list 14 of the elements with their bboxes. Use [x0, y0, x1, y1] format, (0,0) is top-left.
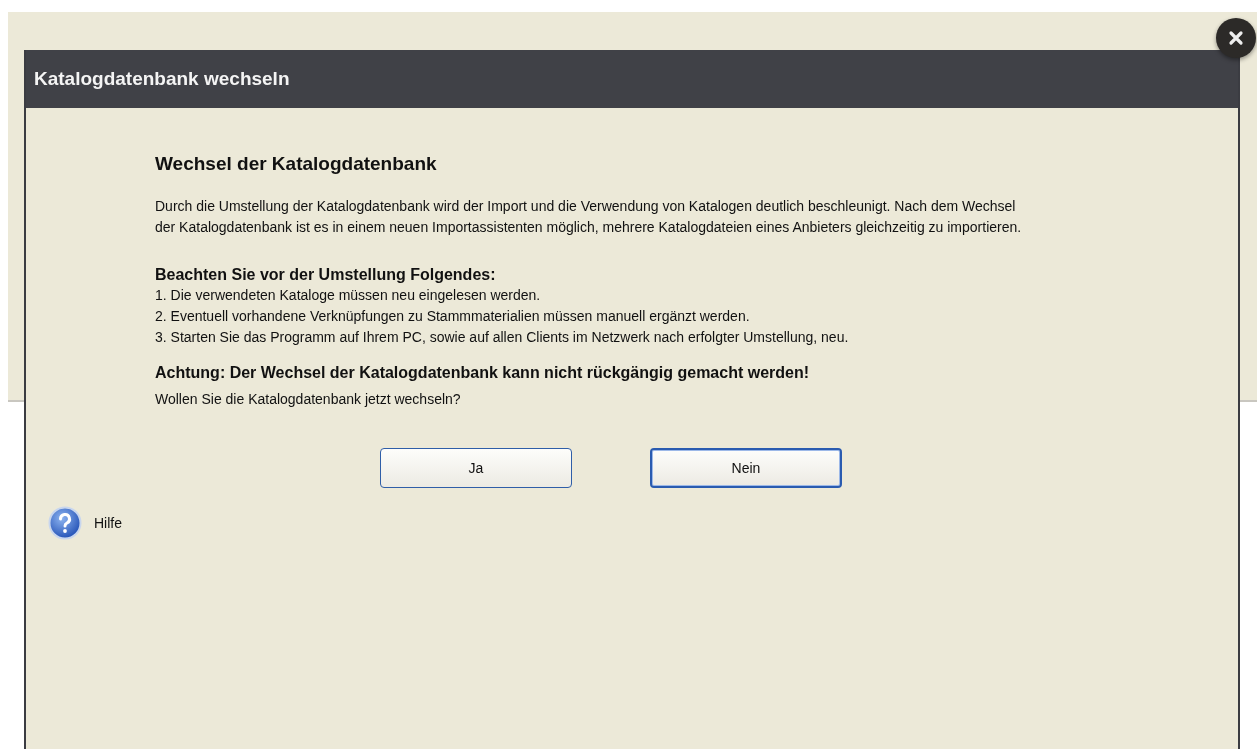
warning-text: Achtung: Der Wechsel der Katalogdatenbank kann nicht rückgängig gemacht werden! [155, 363, 811, 383]
dialog-heading: Wechsel der Katalogdatenbank [155, 152, 438, 176]
window-title: Katalogdatenbank wechseln [34, 68, 290, 90]
help-label[interactable]: Hilfe [94, 515, 122, 531]
notice-item: 3. Starten Sie das Programm auf Ihrem PC, sowie auf allen Clients im Netzwerk nach erfolgter Umstellung, neu. [155, 328, 850, 347]
dialog-button[interactable]: Ja [380, 448, 572, 488]
question-text: Wollen Sie die Katalogdatenbank jetzt wechseln? [155, 390, 462, 409]
notice-item: 2. Eventuell vorhandene Verknüpfungen zu Stammmaterialien müssen manuell ergänzt werden. [155, 307, 751, 326]
help-icon[interactable] [48, 506, 82, 540]
notice-heading: Beachten Sie vor der Umstellung Folgendes: [155, 265, 497, 285]
intro-paragraph: Durch die Umstellung der Katalogdatenbank wird der Import und die Verwendung von Katalogen deutlich beschleunigt. Nach dem Wechsel der Katalogdatenbank ist es in einem neuen Importassistenten möglich, mehrere Katalogdateien eines Anbieters gleichzeitig zu importieren. [155, 197, 1023, 237]
close-icon [1228, 30, 1244, 46]
notice-item: 1. Die verwendeten Kataloge müssen neu eingelesen werden. [155, 286, 542, 305]
dialog-button[interactable]: Nein [650, 448, 842, 488]
